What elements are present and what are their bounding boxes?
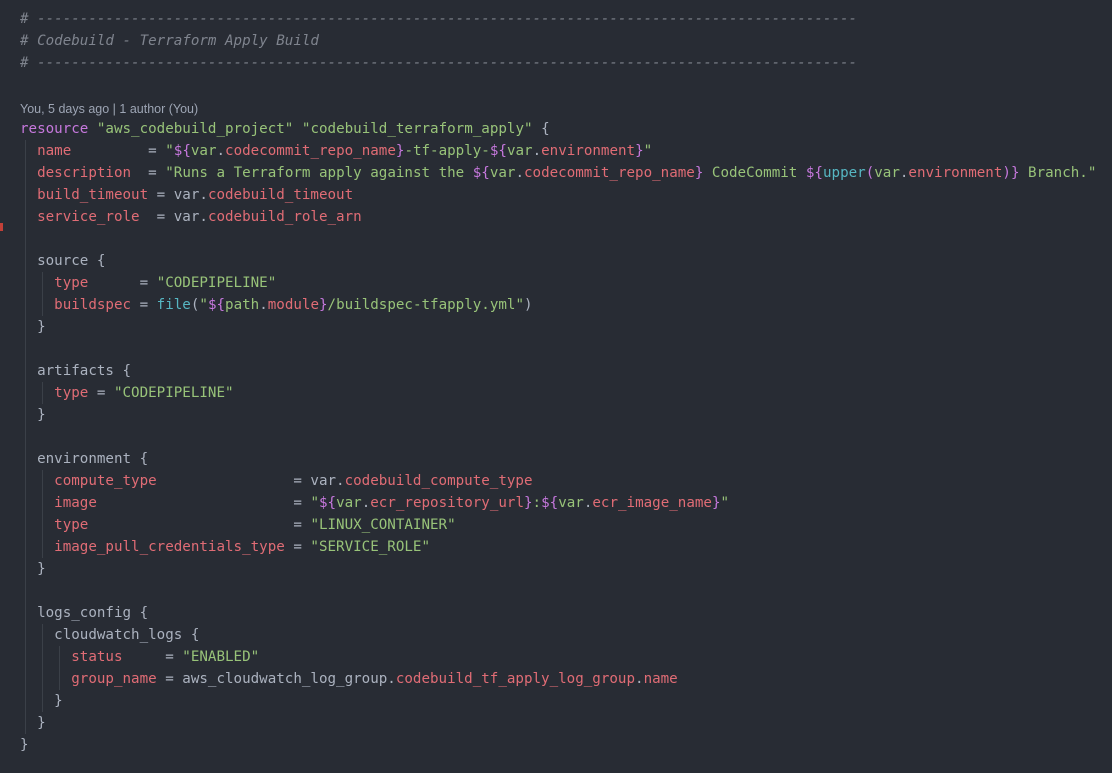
block-source: source { — [37, 253, 106, 269]
code-line-source-type[interactable]: type = "CODEPIPELINE" — [20, 272, 276, 294]
attr-key-name: name — [37, 143, 72, 159]
code-line-environment-pull-credentials[interactable]: image_pull_credentials_type = "SERVICE_R… — [20, 536, 430, 558]
code-line-logs-config-open[interactable]: logs_config { — [20, 602, 148, 624]
code-line-logs-status[interactable]: status = "ENABLED" — [20, 646, 259, 668]
comment-rule: # --------------------------------------… — [20, 11, 858, 27]
code-line-logs-group-name[interactable]: group_name = aws_cloudwatch_log_group.co… — [20, 668, 677, 690]
code-line-service-role[interactable]: service_role = var.codebuild_role_arn — [20, 206, 362, 228]
resource-name: "codebuild_terraform_apply" — [301, 121, 533, 137]
code-line-name[interactable]: name = "${var.codecommit_repo_name}-tf-a… — [20, 140, 652, 162]
code-line-artifacts-close[interactable]: } — [20, 404, 46, 426]
code-line-comment-title[interactable]: # Codebuild - Terraform Apply Build — [20, 30, 319, 52]
comment-title: # Codebuild - Terraform Apply Build — [20, 33, 319, 49]
code-line-environment-image[interactable]: image = "${var.ecr_repository_url}:${var… — [20, 492, 729, 514]
brace-open: { — [532, 121, 550, 137]
code-line-source-open[interactable]: source { — [20, 250, 105, 272]
code-line-environment-type[interactable]: type = "LINUX_CONTAINER" — [20, 514, 455, 536]
code-line-artifacts-open[interactable]: artifacts { — [20, 360, 131, 382]
comment-rule: # --------------------------------------… — [20, 55, 858, 71]
code-line-logs-config-close[interactable]: } — [20, 712, 46, 734]
code-line-description[interactable]: description = "Runs a Terraform apply ag… — [20, 162, 1096, 184]
code-line-build-timeout[interactable]: build_timeout = var.codebuild_timeout — [20, 184, 353, 206]
attr-key-description: description — [37, 165, 132, 181]
block-cloudwatch-logs: cloudwatch_logs { — [54, 627, 200, 643]
code-line-environment-compute[interactable]: compute_type = var.codebuild_compute_typ… — [20, 470, 532, 492]
code-line-comment-rule-bottom[interactable]: # --------------------------------------… — [20, 52, 857, 74]
code-line-source-buildspec[interactable]: buildspec = file("${path.module}/buildsp… — [20, 294, 532, 316]
code-line-environment-close[interactable]: } — [20, 558, 46, 580]
code-line-environment-open[interactable]: environment { — [20, 448, 148, 470]
block-environment: environment { — [37, 451, 149, 467]
code-line-source-close[interactable]: } — [20, 316, 46, 338]
code-line-artifacts-type[interactable]: type = "CODEPIPELINE" — [20, 382, 233, 404]
code-line-resource-close[interactable]: } — [20, 734, 29, 756]
attr-key-service-role: service_role — [37, 209, 140, 225]
git-blame-annotation[interactable]: You, 5 days ago | 1 author (You) — [20, 98, 198, 120]
code-line-comment-rule-top[interactable]: # --------------------------------------… — [20, 8, 857, 30]
code-editor[interactable]: # --------------------------------------… — [0, 0, 1112, 773]
blame-text: You, 5 days ago | 1 author (You) — [20, 102, 199, 116]
resource-keyword: resource — [20, 121, 89, 137]
block-artifacts: artifacts { — [37, 363, 132, 379]
attr-key-build-timeout: build_timeout — [37, 187, 149, 203]
code-line-cloudwatch-logs-close[interactable]: } — [20, 690, 63, 712]
block-logs-config: logs_config { — [37, 605, 149, 621]
resource-type: "aws_codebuild_project" — [96, 121, 294, 137]
code-line-cloudwatch-logs-open[interactable]: cloudwatch_logs { — [20, 624, 199, 646]
code-line-resource[interactable]: resource "aws_codebuild_project" "codebu… — [20, 118, 550, 140]
git-change-marker — [0, 223, 3, 231]
